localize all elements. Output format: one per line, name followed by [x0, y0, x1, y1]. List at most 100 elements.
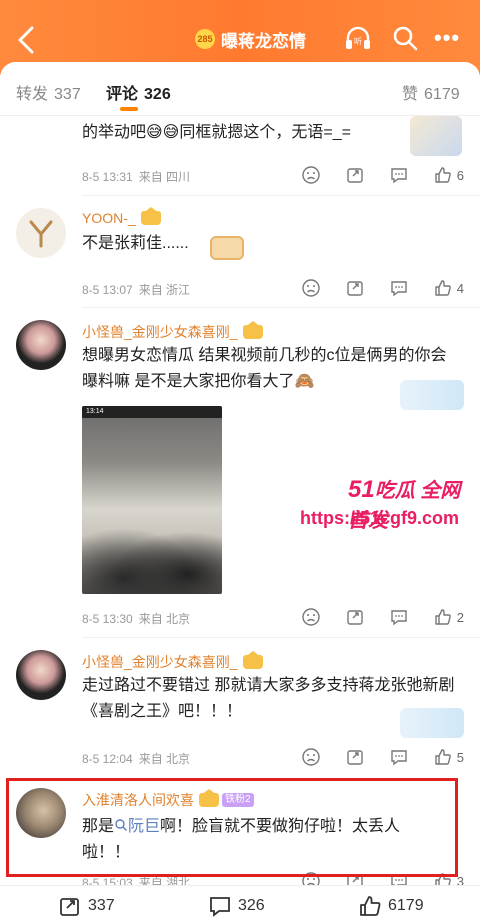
comment-time: 8-5 13:07	[82, 283, 133, 297]
repost-icon	[347, 610, 363, 625]
topic-icon: 285	[195, 29, 215, 49]
repost-icon	[347, 750, 363, 765]
comment-username[interactable]: YOON-_	[82, 207, 161, 226]
comment-text: 不是张莉佳......	[82, 235, 189, 252]
dislike-icon	[302, 166, 320, 184]
dislike-button[interactable]	[301, 606, 345, 628]
comment-meta: 8-5 13:31 来自 四川	[82, 168, 196, 185]
tab-repost-count: 337	[54, 86, 81, 103]
username-text: 小怪兽_金刚少女森喜刚_	[82, 654, 238, 670]
comment-actions: 2	[301, 606, 464, 628]
repost-button[interactable]	[345, 746, 389, 768]
tab-comments-label: 评论	[106, 86, 139, 103]
comment-time: 8-5 13:31	[82, 170, 133, 184]
watermark-number: 51	[348, 476, 375, 503]
tab-likes-label: 赞	[402, 86, 419, 103]
comment-meta: 8-5 13:30 来自 北京	[82, 610, 196, 627]
thumbs-up-icon	[435, 280, 451, 296]
comment-username[interactable]: 小怪兽_金刚少女森喜刚_	[82, 321, 263, 342]
svg-text:听: 听	[354, 37, 362, 46]
avatar-image	[29, 220, 53, 248]
comment-location: 来自 北京	[138, 612, 191, 626]
reply-button[interactable]	[389, 606, 433, 628]
bottom-like-button[interactable]: 6179	[358, 894, 424, 918]
comment-icon	[210, 897, 230, 917]
comment-actions: 4	[301, 277, 464, 299]
attached-photo[interactable]: 13:14	[82, 406, 222, 594]
tab-bar: 转发 337 评论 326 赞 6179	[0, 62, 480, 116]
comment-icon	[391, 610, 407, 626]
bottom-repost-count: 337	[88, 897, 115, 914]
search-icon[interactable]	[390, 23, 420, 53]
back-icon[interactable]	[12, 22, 40, 58]
like-count: 6	[456, 167, 464, 183]
like-count: 2	[456, 609, 464, 625]
tab-likes-count: 6179	[424, 86, 460, 103]
watermark-url: https://51cgf9.com	[300, 508, 460, 528]
avatar[interactable]	[16, 320, 66, 370]
bottom-action-bar: 337 326 6179	[0, 885, 480, 923]
like-button[interactable]: 5	[433, 746, 464, 768]
repost-button[interactable]	[345, 606, 389, 628]
thumbs-up-icon	[435, 609, 451, 625]
watermark: 51吃瓜 全网首发 https://51cgf9.com	[300, 468, 470, 538]
bottom-comment-count: 326	[238, 897, 265, 914]
tab-comments-count: 326	[144, 86, 171, 103]
photo-status-bar: 13:14	[82, 406, 222, 418]
vip-badge	[242, 321, 263, 339]
comment-item: 小怪兽_金刚少女森喜刚_ 走过路过不要错过 那就请大家多多支持蒋龙张弛新剧《喜剧…	[0, 638, 480, 770]
reply-button[interactable]	[389, 164, 433, 186]
username-text: 小怪兽_金刚少女森喜刚_	[82, 324, 238, 340]
bottom-repost-button[interactable]: 337	[58, 894, 115, 918]
reply-button[interactable]	[389, 277, 433, 299]
comment-icon	[391, 750, 407, 766]
listen-icon[interactable]: 听	[343, 24, 373, 54]
repost-button[interactable]	[345, 164, 389, 186]
comment-location: 来自 北京	[138, 752, 191, 766]
like-count: 5	[456, 749, 464, 765]
comment-item: YOON-_ 不是张莉佳...... 8-5 13:07 来自 浙江 4	[0, 196, 480, 308]
dislike-button[interactable]	[301, 746, 345, 768]
vip-badge	[140, 207, 161, 225]
like-count: 4	[456, 280, 464, 296]
sticker-image	[400, 380, 464, 410]
dislike-icon	[302, 279, 320, 297]
tab-repost-label: 转发	[16, 86, 49, 103]
sticker-image	[410, 116, 462, 156]
comment-meta: 8-5 13:07 来自 浙江	[82, 281, 196, 298]
comment-time: 8-5 13:30	[82, 612, 133, 626]
comment-meta: 8-5 12:04 来自 北京	[82, 750, 196, 767]
like-button[interactable]: 4	[433, 277, 464, 299]
tab-comments[interactable]: 评论 326	[106, 80, 171, 104]
comment-item: 的举动吧😅😅同框就摁这个，无语=_= 8-5 13:31 来自 四川 6	[0, 116, 480, 196]
comment-actions: 6	[301, 164, 464, 186]
tab-repost[interactable]: 转发 337	[16, 80, 81, 104]
repost-button[interactable]	[345, 277, 389, 299]
comment-actions: 5	[301, 746, 464, 768]
page-title: 曝蒋龙恋情	[221, 31, 306, 51]
avatar[interactable]	[16, 650, 66, 700]
reply-button[interactable]	[389, 746, 433, 768]
comment-icon	[391, 281, 407, 297]
avatar[interactable]	[16, 208, 66, 258]
comment-time: 8-5 12:04	[82, 752, 133, 766]
comment-icon	[391, 168, 407, 184]
like-button[interactable]: 6	[433, 164, 464, 186]
more-icon[interactable]: •••	[434, 25, 466, 51]
vip-badge	[242, 651, 263, 669]
highlight-box	[6, 778, 458, 877]
comment-location: 来自 浙江	[138, 283, 191, 297]
dislike-button[interactable]	[301, 277, 345, 299]
dislike-button[interactable]	[301, 164, 345, 186]
thumbs-up-icon	[435, 167, 451, 183]
like-button[interactable]: 2	[433, 606, 464, 628]
photo-people	[82, 514, 222, 594]
comment-text: 的举动吧😅😅同框就摁这个，无语=_=	[82, 124, 351, 141]
dislike-icon	[302, 748, 320, 766]
comment-footer: 8-5 13:30 来自 北京 2	[0, 600, 480, 638]
topic-title[interactable]: 285 曝蒋龙恋情	[195, 26, 306, 52]
bottom-comment-button[interactable]: 326	[208, 894, 265, 918]
sticker-image	[400, 708, 464, 738]
comment-username[interactable]: 小怪兽_金刚少女森喜刚_	[82, 651, 263, 672]
tab-likes[interactable]: 赞 6179	[402, 80, 460, 104]
